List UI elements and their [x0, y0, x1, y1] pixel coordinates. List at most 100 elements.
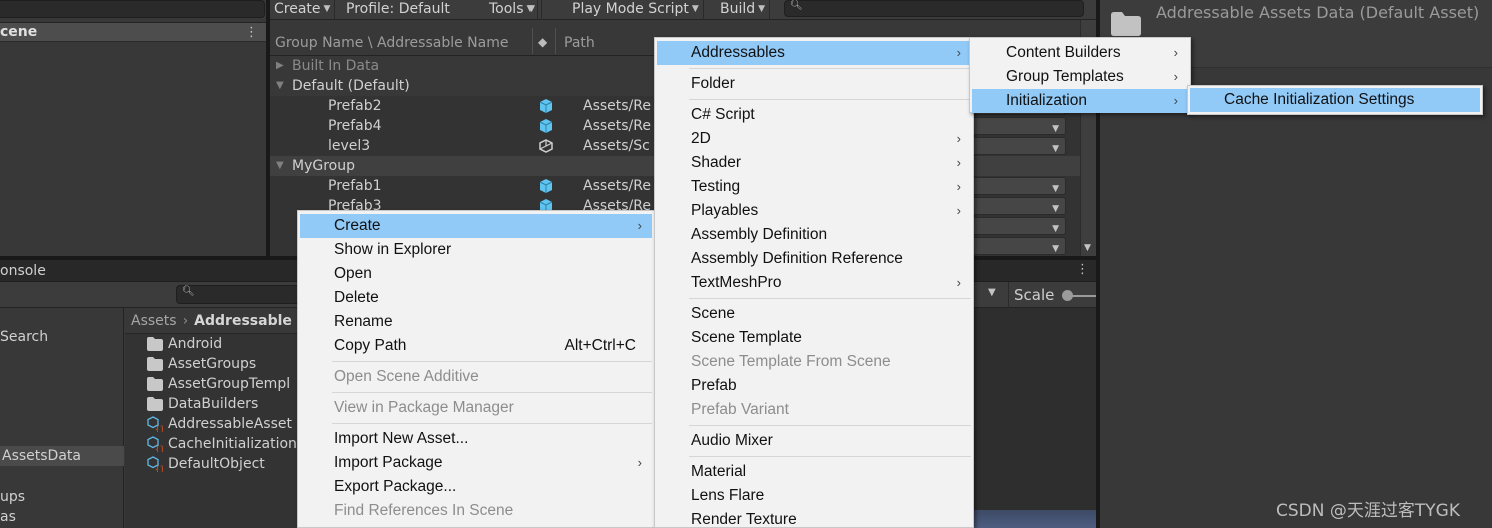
- breadcrumb-root[interactable]: Assets: [131, 313, 177, 329]
- menu-item-initialization[interactable]: Initialization ›: [972, 89, 1188, 113]
- menu-item-label: C# Script: [691, 106, 755, 123]
- menu-item-folder[interactable]: Folder: [657, 72, 971, 96]
- entry-name: level3: [328, 138, 371, 154]
- menu-item-label: Shader: [691, 154, 741, 171]
- tab-console[interactable]: onsole: [0, 260, 46, 282]
- file-name: AssetGroups: [168, 356, 257, 372]
- scene-name: cene: [0, 24, 38, 40]
- column-group-name[interactable]: Group Name \ Addressable Name: [275, 35, 508, 51]
- create-label: Create: [274, 1, 321, 17]
- folder-tree-item-selected[interactable]: AssetsData: [0, 446, 124, 466]
- folder-icon: [147, 357, 163, 371]
- menu-item-label: Content Builders: [1006, 44, 1121, 61]
- menu-item-show-in-explorer[interactable]: Show in Explorer: [300, 238, 652, 262]
- menu-item-audio-mixer[interactable]: Audio Mixer: [657, 429, 971, 453]
- scriptable-object-icon: {}: [147, 436, 163, 452]
- menu-item-shader[interactable]: Shader ›: [657, 151, 971, 175]
- project-search-input[interactable]: 🔍︎: [176, 285, 306, 304]
- asset-type-column-icon[interactable]: ◆: [538, 35, 547, 49]
- scale-slider-track[interactable]: [1072, 295, 1096, 297]
- breadcrumb-separator-icon: ›: [182, 313, 189, 329]
- build-label: Build: [720, 1, 756, 17]
- project-toolbar: 🔍︎: [0, 282, 306, 308]
- expanded-triangle-icon[interactable]: ▼: [276, 76, 284, 96]
- caret-down-icon: ▼: [323, 4, 331, 14]
- folder-tree-item[interactable]: as: [0, 507, 124, 527]
- watermark: CSDN @天涯过客TYGK: [1276, 501, 1460, 521]
- caret-down-icon[interactable]: ▼: [988, 287, 996, 298]
- collapsed-triangle-icon[interactable]: ▶: [276, 56, 284, 76]
- column-divider[interactable]: [532, 28, 533, 54]
- menu-item-create[interactable]: Create ›: [300, 214, 652, 238]
- scene-toolbar: ▼ Scale: [974, 282, 1096, 308]
- initialization-submenu: Cache Initialization Settings: [1187, 85, 1483, 115]
- menu-item-assembly-definition[interactable]: Assembly Definition: [657, 223, 971, 247]
- caret-down-icon: ▼: [758, 4, 766, 14]
- menu-item-lens-flare[interactable]: Lens Flare: [657, 484, 971, 508]
- labels-dropdown[interactable]: [970, 117, 1066, 139]
- labels-dropdown[interactable]: [970, 137, 1066, 159]
- kebab-icon[interactable]: ⋮: [1076, 260, 1089, 280]
- menu-item-testing[interactable]: Testing ›: [657, 175, 971, 199]
- breadcrumb-current[interactable]: Addressable: [194, 313, 292, 329]
- scriptable-object-icon: {}: [147, 416, 163, 432]
- menu-item-csharp-script[interactable]: C# Script: [657, 103, 971, 127]
- menu-item-addressables[interactable]: Addressables ›: [657, 41, 971, 65]
- folder-tree-label: ups: [0, 489, 26, 505]
- menu-item-assembly-definition-reference[interactable]: Assembly Definition Reference: [657, 247, 971, 271]
- file-name: DataBuilders: [168, 396, 259, 412]
- folder-tree-item[interactable]: ups: [0, 487, 124, 507]
- menu-item-group-templates[interactable]: Group Templates ›: [972, 65, 1188, 89]
- menu-item-prefab[interactable]: Prefab: [657, 374, 971, 398]
- menu-item-render-texture[interactable]: Render Texture: [657, 508, 971, 528]
- menu-item-label: Prefab Variant: [691, 401, 789, 418]
- folder-tree-item[interactable]: Search: [0, 327, 124, 347]
- menu-item-label: Delete: [334, 289, 379, 306]
- menu-item-rename[interactable]: Rename: [300, 310, 652, 334]
- scriptable-object-icon: {}: [147, 456, 163, 472]
- menu-item-cache-initialization-settings[interactable]: Cache Initialization Settings: [1190, 88, 1480, 112]
- file-name: AddressableAsset: [168, 416, 292, 432]
- menu-item-material[interactable]: Material: [657, 460, 971, 484]
- menu-item-import-package[interactable]: Import Package ›: [300, 451, 652, 475]
- hierarchy-scene-row[interactable]: cene ⋮: [0, 22, 266, 42]
- folder-tree-label: Search: [0, 329, 49, 345]
- column-divider[interactable]: [555, 28, 556, 54]
- unity-scene-icon: [539, 139, 553, 153]
- submenu-arrow-icon: ›: [956, 155, 961, 170]
- menu-item-scene-template[interactable]: Scene Template: [657, 326, 971, 350]
- menu-item-2d[interactable]: 2D ›: [657, 127, 971, 151]
- entry-name: Prefab4: [328, 118, 382, 134]
- kebab-icon[interactable]: ⋮: [245, 24, 258, 41]
- labels-dropdown[interactable]: [970, 177, 1066, 199]
- menu-item-playables[interactable]: Playables ›: [657, 199, 971, 223]
- hierarchy-search-input[interactable]: [0, 0, 265, 18]
- menu-item-textmeshpro[interactable]: TextMeshPro ›: [657, 271, 971, 295]
- submenu-arrow-icon: ›: [956, 275, 961, 290]
- menu-item-delete[interactable]: Delete: [300, 286, 652, 310]
- play-mode-script-dropdown[interactable]: Play Mode Script ▼: [568, 0, 704, 20]
- menu-item-open[interactable]: Open: [300, 262, 652, 286]
- create-dropdown[interactable]: Create ▼: [270, 0, 336, 20]
- labels-dropdown[interactable]: [970, 217, 1066, 239]
- menu-item-import-new-asset[interactable]: Import New Asset...: [300, 427, 652, 451]
- groups-search-input[interactable]: 🔍︎: [784, 0, 1084, 17]
- menu-item-export-package[interactable]: Export Package...: [300, 475, 652, 499]
- inspector-title: Addressable Assets Data (Default Asset): [1156, 3, 1480, 22]
- prefab-cube-icon: [539, 99, 553, 113]
- labels-dropdown[interactable]: [970, 197, 1066, 219]
- labels-dropdown[interactable]: [970, 237, 1066, 259]
- group-name: Default (Default): [292, 78, 410, 94]
- entry-path: Assets/Sc: [583, 138, 650, 154]
- menu-item-copy-path[interactable]: Copy Path Alt+Ctrl+C: [300, 334, 652, 358]
- tools-dropdown[interactable]: Tools ▼: [485, 0, 539, 20]
- menu-item-scene[interactable]: Scene: [657, 302, 971, 326]
- game-view[interactable]: [974, 308, 1096, 528]
- build-dropdown[interactable]: Build ▼: [716, 0, 771, 20]
- scroll-down-arrow-icon[interactable]: ▼: [1084, 243, 1091, 253]
- menu-item-content-builders[interactable]: Content Builders ›: [972, 41, 1188, 65]
- expanded-triangle-icon[interactable]: ▼: [276, 156, 284, 176]
- column-path[interactable]: Path: [564, 35, 595, 51]
- menu-item-label: Open Scene Additive: [334, 368, 479, 385]
- folder-icon: [1111, 12, 1141, 36]
